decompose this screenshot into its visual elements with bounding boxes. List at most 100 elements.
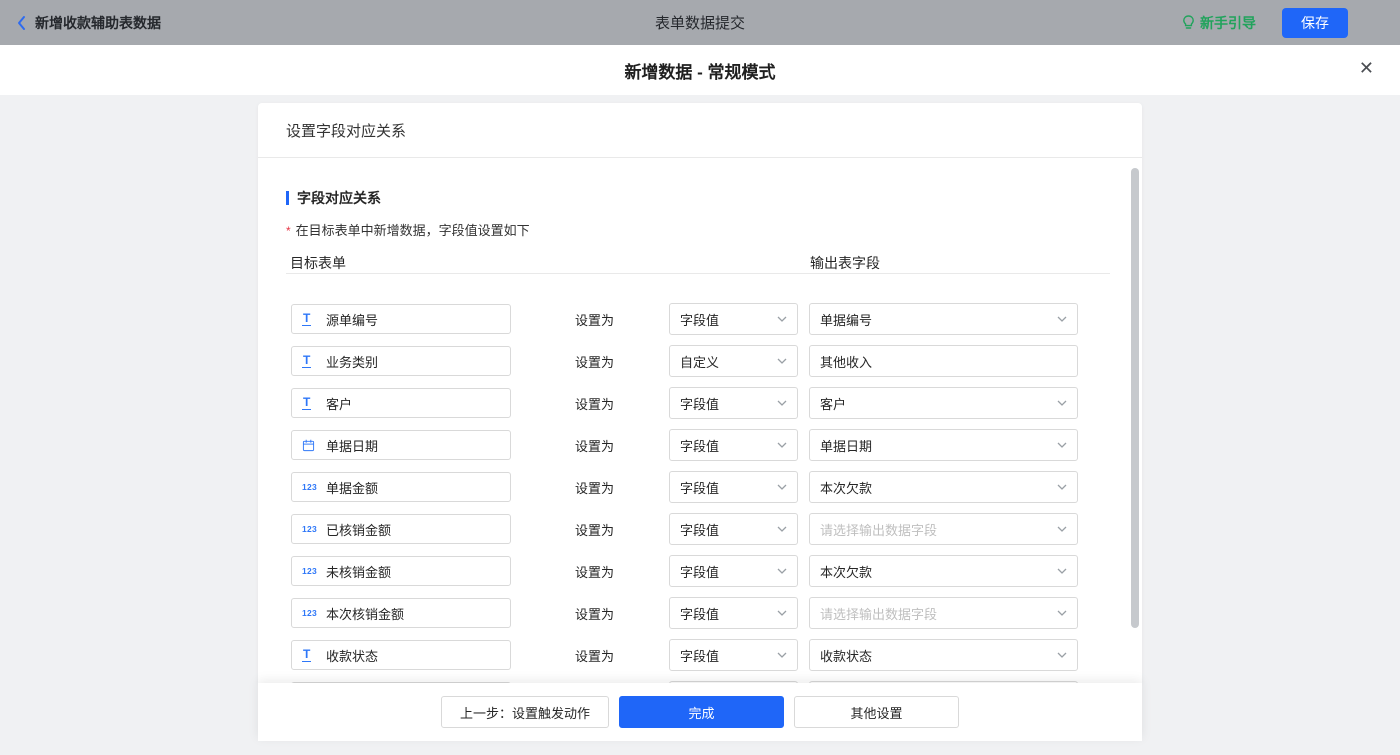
modal-header: 新增数据 - 常规模式 ✕ [0,45,1400,95]
guide-bulb-icon [1182,15,1195,30]
value-mode-select[interactable]: 字段值 [669,303,798,335]
config-panel: 设置字段对应关系 字段对应关系 * 在目标表单中新增数据，字段值设置如下 目标表单… [258,103,1142,683]
chevron-down-icon [777,316,787,322]
chevron-down-icon [1057,652,1067,658]
field-mapping-row: T 123 未核销金额 设置为 字段值 本次欠款 [286,550,1142,592]
chevron-left-icon [16,15,26,31]
text-field-icon: T [302,311,312,326]
field-mapping-row: T 123 客户 设置为 字段值 客户 [286,382,1142,424]
save-button[interactable]: 保存 [1282,7,1348,38]
output-field-select[interactable]: 客户 [809,387,1078,419]
output-field-select[interactable]: 本次欠款 [809,555,1078,587]
field-type-icon: T 123 [302,566,326,576]
target-field-box: T 123 源单编号 [291,304,511,334]
close-icon[interactable]: ✕ [1359,59,1374,77]
beginner-guide-button[interactable]: 新手引导 [1182,13,1256,33]
output-field-value: 单据日期 [820,438,873,454]
chevron-down-icon [777,358,787,364]
target-field-label: 收款状态 [326,648,379,664]
output-field-select[interactable]: 单据编号 [809,303,1078,335]
rows-container: T 123 源单编号 设置为 字段值 单据编号 T [286,298,1142,683]
value-mode-select[interactable]: 自定义 [669,345,798,377]
column-headers: 目标表单 输出表字段 [286,253,1142,271]
set-as-label: 设置为 [575,648,615,664]
done-button[interactable]: 完成 [619,696,784,728]
value-mode-select[interactable]: 字段值 [669,387,798,419]
back-button[interactable]: 新增收款辅助表数据 [16,13,161,33]
output-field-select[interactable]: 单据日期 [809,429,1078,461]
panel-header-title: 设置字段对应关系 [258,103,1142,158]
value-mode-selected: 自定义 [680,354,720,370]
hint-text: 在目标表单中新增数据，字段值设置如下 [295,223,530,238]
hint-line: * 在目标表单中新增数据，字段值设置如下 [286,220,1142,239]
chevron-down-icon [1057,400,1067,406]
output-field-select[interactable]: 请选择输出数据字段 [809,513,1078,545]
value-mode-select[interactable]: 字段值 [669,513,798,545]
field-mapping-row: T 123 收款状态 设置为 字段值 收款状态 [286,634,1142,676]
target-field-label: 未核销金额 [326,564,392,580]
chevron-down-icon [1057,610,1067,616]
value-mode-selected: 字段值 [680,564,720,580]
field-type-icon: T 123 [302,312,326,326]
modal-body: 设置字段对应关系 字段对应关系 * 在目标表单中新增数据，字段值设置如下 目标表单… [0,95,1400,755]
guide-label: 新手引导 [1200,14,1256,31]
set-as-label: 设置为 [575,522,615,538]
section-title-text: 字段对应关系 [297,190,381,206]
target-field-box: T 123 单据日期 [291,430,511,460]
output-field-select[interactable]: 其他收入 [809,345,1078,377]
chevron-down-icon [1057,568,1067,574]
field-mapping-row: T 123 设置为 [286,676,1142,683]
other-settings-button[interactable]: 其他设置 [794,696,959,728]
field-mapping-row: T 123 业务类别 设置为 自定义 其他收入 [286,340,1142,382]
target-field-box: T 123 已核销金额 [291,514,511,544]
target-field-label: 本次核销金额 [326,606,405,622]
output-field-select[interactable]: 收款状态 [809,639,1078,671]
output-field-value: 单据编号 [820,312,873,328]
number-field-icon: 123 [302,524,318,534]
field-type-icon: T 123 [302,482,326,492]
value-mode-select[interactable]: 字段值 [669,555,798,587]
chevron-down-icon [1057,316,1067,322]
target-field-box: T 123 单据金额 [291,472,511,502]
field-type-icon: T 123 [302,608,326,618]
chevron-down-icon [777,610,787,616]
output-field-value: 收款状态 [820,648,873,664]
output-field-value: 本次欠款 [820,480,873,496]
target-field-label: 单据日期 [326,438,379,454]
column-header-output-fields: 输出表字段 [810,255,880,271]
value-mode-selected: 字段值 [680,438,720,454]
value-mode-select[interactable]: 字段值 [669,429,798,461]
output-field-select[interactable]: 本次欠款 [809,471,1078,503]
set-as-label: 设置为 [575,606,615,622]
output-field-select[interactable]: 请选择输出数据字段 [809,597,1078,629]
field-mapping-row: T 123 已核销金额 设置为 字段值 请选择输出数据字段 [286,508,1142,550]
date-field-icon [302,439,315,452]
text-field-icon: T [302,395,312,410]
field-mapping-row: T 123 单据日期 设置为 字段值 单据日期 [286,424,1142,466]
chevron-down-icon [777,400,787,406]
text-field-icon: T [302,353,312,368]
chevron-down-icon [1057,484,1067,490]
field-type-icon: T 123 [302,524,326,534]
chevron-down-icon [777,484,787,490]
value-mode-selected: 字段值 [680,522,720,538]
field-mapping-row: T 123 本次核销金额 设置为 字段值 请选择输出数据字段 [286,592,1142,634]
previous-step-button[interactable]: 上一步：设置触发动作 [440,696,609,728]
top-bar: 新增收款辅助表数据 表单数据提交 新手引导 保存 [0,0,1400,45]
vertical-scrollbar[interactable] [1131,168,1139,628]
section-title: 字段对应关系 [286,188,1142,208]
target-field-label: 源单编号 [326,312,379,328]
target-field-box: T 123 未核销金额 [291,556,511,586]
target-field-box: T 123 收款状态 [291,640,511,670]
set-as-label: 设置为 [575,396,615,412]
value-mode-select[interactable]: 字段值 [669,639,798,671]
target-field-label: 单据金额 [326,480,379,496]
set-as-label: 设置为 [575,480,615,496]
number-field-icon: 123 [302,482,318,492]
header-divider [286,273,1110,274]
value-mode-select[interactable]: 字段值 [669,597,798,629]
target-field-box: T 123 业务类别 [291,346,511,376]
value-mode-selected: 字段值 [680,480,720,496]
value-mode-selected: 字段值 [680,648,720,664]
value-mode-select[interactable]: 字段值 [669,471,798,503]
